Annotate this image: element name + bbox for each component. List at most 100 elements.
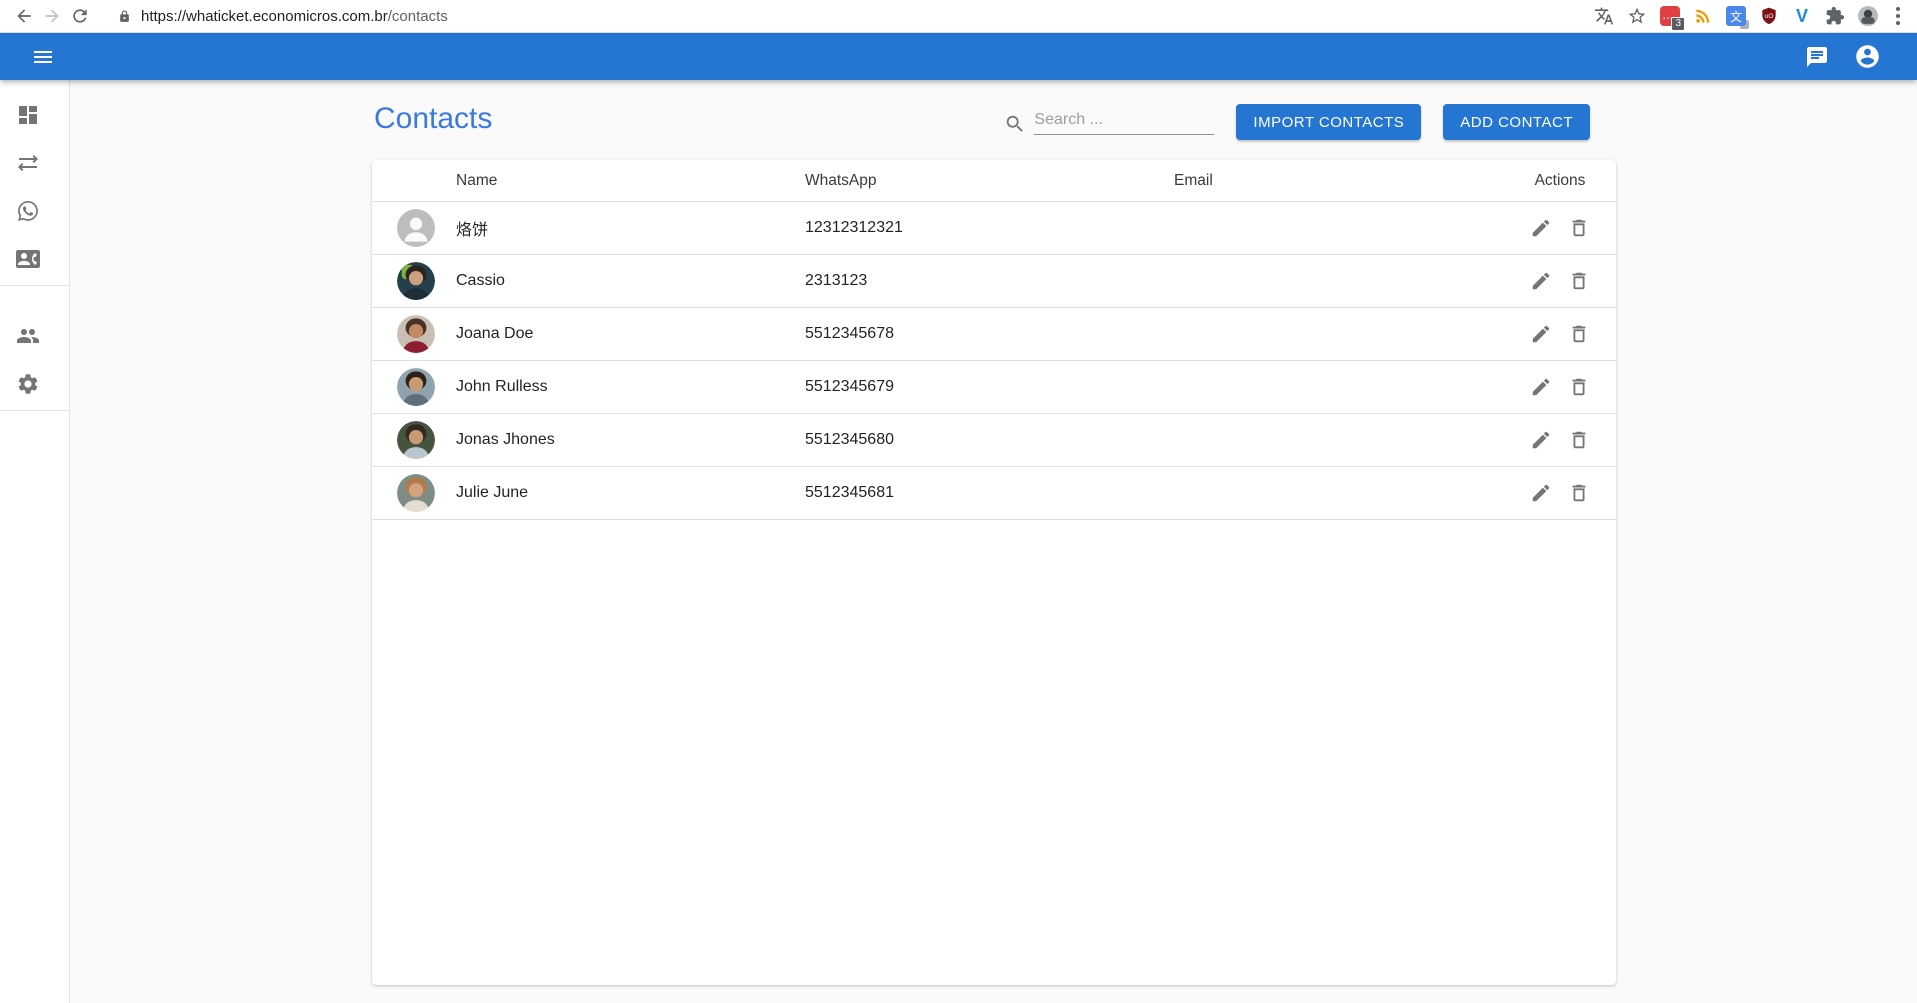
translate-page-icon[interactable] <box>1592 4 1616 28</box>
edit-contact-button[interactable] <box>1529 216 1553 240</box>
account-circle-icon[interactable] <box>1847 37 1887 77</box>
main-content: Contacts IMPORT CONTACTS ADD CONTACT Nam… <box>70 80 1917 1003</box>
table-row: Joana Doe 5512345678 <box>372 308 1616 361</box>
application-window: https://whaticket.economicros.com.br/con… <box>0 0 1917 1003</box>
browser-profile-avatar[interactable] <box>1856 4 1880 28</box>
pencil-icon <box>1530 217 1552 239</box>
sidebar-item-settings[interactable] <box>0 362 69 410</box>
trash-icon <box>1568 482 1590 504</box>
pencil-icon <box>1530 482 1552 504</box>
trash-icon <box>1568 323 1590 345</box>
delete-contact-button[interactable] <box>1567 428 1591 452</box>
trash-icon <box>1568 429 1590 451</box>
browser-toolbar: https://whaticket.economicros.com.br/con… <box>0 0 1917 33</box>
translate-extension-icon[interactable]: 文 <box>1724 4 1748 28</box>
browser-menu-kebab-icon[interactable] <box>1889 4 1907 28</box>
trash-icon <box>1568 270 1590 292</box>
contact-name: 烙饼 <box>456 216 805 240</box>
column-header-email: Email <box>1174 172 1504 190</box>
settings-icon <box>16 372 40 401</box>
column-header-name: Name <box>456 172 805 190</box>
contact-name: John Rulless <box>456 378 805 396</box>
table-row: Cassio 2313123 <box>372 255 1616 308</box>
delete-contact-button[interactable] <box>1567 375 1591 399</box>
pencil-icon <box>1530 376 1552 398</box>
sidebar-item-tickets[interactable] <box>0 189 69 237</box>
sidebar-divider <box>0 410 69 411</box>
edit-contact-button[interactable] <box>1529 481 1553 505</box>
search-icon <box>1004 113 1026 135</box>
red-extension-icon[interactable]: .... 3 <box>1658 4 1682 28</box>
add-contact-button[interactable]: ADD CONTACT <box>1443 104 1590 140</box>
contact-phone-icon <box>16 247 40 276</box>
contact-avatar <box>397 315 435 353</box>
contacts-table: Name WhatsApp Email Actions <box>372 160 1616 985</box>
contact-name: Jonas Jhones <box>456 431 805 449</box>
sidebar-item-connections[interactable] <box>0 141 69 189</box>
edit-contact-button[interactable] <box>1529 375 1553 399</box>
contact-whatsapp: 5512345678 <box>805 325 1174 343</box>
contact-name: Joana Doe <box>456 325 805 343</box>
svg-text:uO: uO <box>1765 13 1774 20</box>
dashboard-icon <box>16 103 40 132</box>
edit-contact-button[interactable] <box>1529 428 1553 452</box>
contact-avatar <box>397 368 435 406</box>
pencil-icon <box>1530 429 1552 451</box>
sidebar-item-users[interactable] <box>0 314 69 362</box>
contact-whatsapp: 5512345679 <box>805 378 1174 396</box>
delete-contact-button[interactable] <box>1567 322 1591 346</box>
contact-avatar <box>397 262 435 300</box>
pencil-icon <box>1530 270 1552 292</box>
table-row: Jonas Jhones 5512345680 <box>372 414 1616 467</box>
people-icon <box>16 324 40 353</box>
sidebar-item-dashboard[interactable] <box>0 93 69 141</box>
delete-contact-button[interactable] <box>1567 216 1591 240</box>
bookmark-star-icon[interactable] <box>1625 4 1649 28</box>
table-row: John Rulless 5512345679 <box>372 361 1616 414</box>
chat-icon[interactable] <box>1797 37 1837 77</box>
import-contacts-button[interactable]: IMPORT CONTACTS <box>1236 104 1421 140</box>
contact-avatar <box>397 421 435 459</box>
contact-avatar <box>397 209 435 247</box>
ublock-icon[interactable]: uO <box>1757 4 1781 28</box>
url-text: https://whaticket.economicros.com.br/con… <box>141 8 448 25</box>
contact-avatar <box>397 474 435 512</box>
table-header-row: Name WhatsApp Email Actions <box>372 160 1616 202</box>
page-title: Contacts <box>374 102 492 136</box>
column-header-actions: Actions <box>1504 172 1616 190</box>
contact-whatsapp: 5512345681 <box>805 484 1174 502</box>
table-row: 烙饼 12312312321 <box>372 202 1616 255</box>
search-field <box>1004 108 1214 137</box>
extension-strip: .... 3 文 uO V <box>1592 4 1907 28</box>
sidebar <box>0 80 70 1003</box>
address-bar[interactable]: https://whaticket.economicros.com.br/con… <box>108 3 1580 29</box>
sync-alt-icon <box>16 151 40 180</box>
delete-contact-button[interactable] <box>1567 481 1591 505</box>
forward-icon[interactable] <box>38 2 66 30</box>
back-icon[interactable] <box>10 2 38 30</box>
lock-icon <box>118 10 131 23</box>
trash-icon <box>1568 376 1590 398</box>
edit-contact-button[interactable] <box>1529 322 1553 346</box>
table-row: Julie June 5512345681 <box>372 467 1616 520</box>
puzzle-extensions-icon[interactable] <box>1823 4 1847 28</box>
app-bar <box>0 33 1917 80</box>
delete-contact-button[interactable] <box>1567 269 1591 293</box>
sidebar-item-contacts[interactable] <box>0 237 69 285</box>
trash-icon <box>1568 217 1590 239</box>
search-input[interactable] <box>1034 108 1214 135</box>
whatsapp-icon <box>16 199 40 228</box>
contact-whatsapp: 12312312321 <box>805 219 1174 237</box>
hamburger-menu-icon[interactable] <box>23 37 63 77</box>
contact-whatsapp: 2313123 <box>805 272 1174 290</box>
vimium-icon[interactable]: V <box>1790 4 1814 28</box>
rss-feed-icon[interactable] <box>1691 4 1715 28</box>
column-header-whatsapp: WhatsApp <box>805 172 1174 190</box>
contact-name: Cassio <box>456 272 805 290</box>
pencil-icon <box>1530 323 1552 345</box>
extension-badge: 3 <box>1671 17 1685 31</box>
edit-contact-button[interactable] <box>1529 269 1553 293</box>
contact-whatsapp: 5512345680 <box>805 431 1174 449</box>
contact-name: Julie June <box>456 484 805 502</box>
reload-icon[interactable] <box>66 2 94 30</box>
